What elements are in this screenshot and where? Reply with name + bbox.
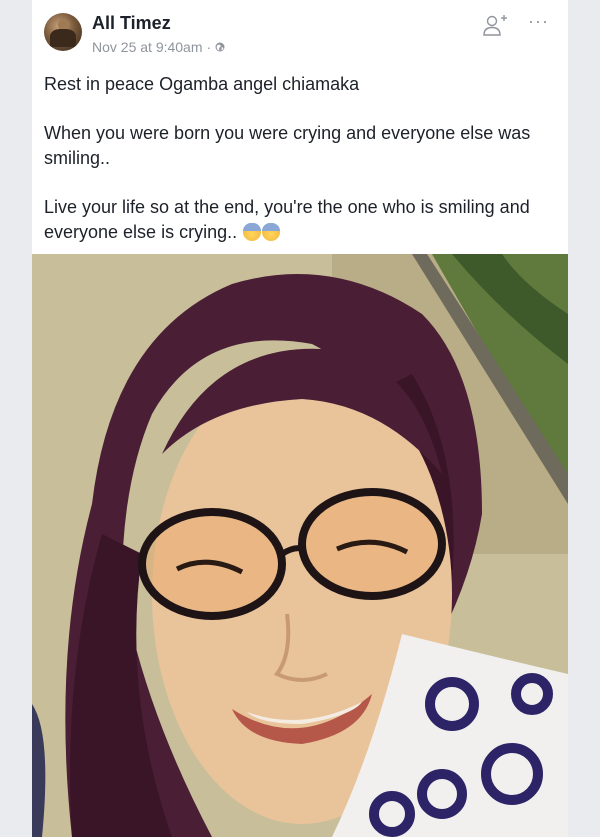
post-paragraph-2: When you were born you were crying and e… (44, 123, 531, 168)
post-header: All Timez Nov 25 at 9:40am · ··· (32, 0, 568, 70)
post-paragraph-3: Live your life so at the end, you're the… (44, 197, 530, 242)
fearful-face-emoji (262, 223, 281, 241)
post-meta: Nov 25 at 9:40am · (92, 39, 225, 55)
post-photo[interactable] (32, 254, 568, 837)
post-paragraph-1: Rest in peace Ogamba angel chiamaka (44, 74, 360, 94)
photo-illustration (32, 254, 568, 837)
avatar[interactable] (44, 13, 82, 51)
meta-separator: · (206, 39, 212, 55)
post-timestamp[interactable]: Nov 25 at 9:40am (92, 39, 203, 55)
post-paragraph-3-wrap: Live your life so at the end, you're the… (44, 195, 559, 245)
follow-icon[interactable] (482, 12, 508, 38)
post-card: All Timez Nov 25 at 9:40am · ··· Rest in… (32, 0, 568, 837)
fearful-face-emoji (243, 223, 262, 241)
more-options-icon[interactable]: ··· (528, 12, 552, 30)
globe-icon (215, 42, 225, 52)
post-text: Rest in peace Ogamba angel chiamaka When… (44, 72, 559, 245)
author-name[interactable]: All Timez (92, 13, 171, 34)
